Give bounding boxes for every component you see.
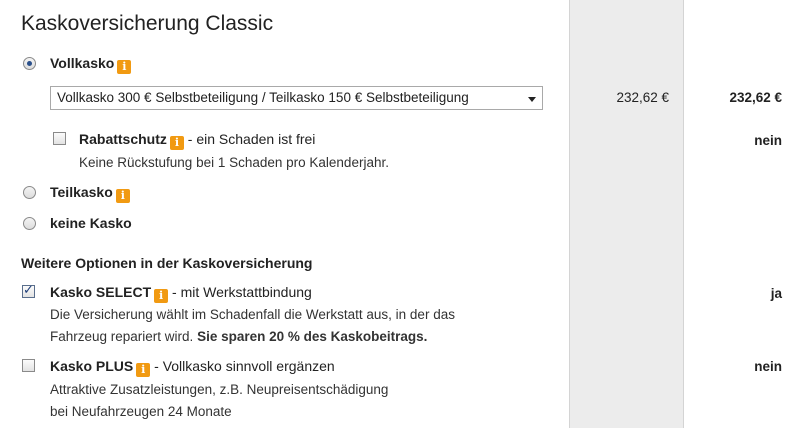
kasko-plus-checkbox[interactable] (22, 359, 35, 372)
rabattschutz-description: Keine Rückstufung bei 1 Schaden pro Kale… (79, 155, 389, 170)
info-icon[interactable]: i (115, 189, 130, 203)
teilkasko-option: Teilkasko i (50, 184, 130, 203)
page-title: Kaskoversicherung Classic (21, 12, 274, 35)
teilkasko-label: Teilkasko (50, 184, 113, 200)
vollkasko-label: Vollkasko (50, 55, 115, 71)
info-icon[interactable]: i (154, 289, 169, 303)
kasko-select-label: Kasko SELECT (50, 284, 152, 300)
kasko-select-suffix: - mit Werkstattbindung (172, 284, 312, 300)
kasko-select-savings: Sie sparen 20 % des Kaskobeitrags. (197, 329, 428, 344)
rabattschutz-suffix: - ein Schaden ist frei (187, 131, 316, 147)
rabattschutz-checkbox[interactable] (53, 132, 66, 145)
kasko-select-checkbox[interactable] (22, 283, 35, 298)
tariff-select-value: Vollkasko 300 € Selbstbeteiligung / Teil… (57, 90, 469, 105)
vollkasko-radio[interactable] (23, 57, 36, 70)
kasko-plus-desc-1: Attraktive Zusatzleistungen, z.B. Neupre… (50, 382, 389, 397)
section-heading: Weitere Optionen in der Kaskoversicherun… (21, 255, 313, 271)
rabattschutz-option: Rabattschutz i - ein Schaden ist frei (79, 131, 315, 150)
tariff-select[interactable]: Vollkasko 300 € Selbstbeteiligung / Teil… (50, 86, 543, 110)
kasko-plus-label: Kasko PLUS (50, 358, 134, 374)
price-column-highlight (569, 0, 684, 428)
kasko-select-desc-2: Fahrzeug repariert wird. Sie sparen 20 %… (50, 329, 427, 344)
keine-kasko-label: keine Kasko (50, 215, 132, 231)
rabattschutz-label: Rabattschutz (79, 131, 167, 147)
kasko-plus-option: Kasko PLUS i - Vollkasko sinnvoll ergänze… (50, 358, 335, 377)
kasko-select-desc-1: Die Versicherung wählt im Schadenfall di… (50, 307, 455, 322)
keine-kasko-radio[interactable] (23, 217, 36, 230)
chevron-down-icon (528, 97, 536, 102)
keine-kasko-option: keine Kasko (50, 215, 132, 231)
price-col2: 232,62 € (729, 90, 782, 105)
info-icon[interactable]: i (117, 60, 132, 74)
rabattschutz-value: nein (754, 133, 782, 148)
kasko-select-value: ja (770, 286, 782, 301)
info-icon[interactable]: i (169, 136, 184, 150)
teilkasko-radio[interactable] (23, 186, 36, 199)
price-col1: 232,62 € (616, 90, 669, 105)
kasko-select-desc-2-text: Fahrzeug repariert wird. (50, 329, 194, 344)
kasko-select-option: Kasko SELECT i - mit Werkstattbindung (50, 284, 312, 303)
kasko-plus-suffix: - Vollkasko sinnvoll ergänzen (154, 358, 335, 374)
kasko-plus-value: nein (754, 359, 782, 374)
kasko-plus-desc-2: bei Neufahrzeugen 24 Monate (50, 404, 232, 419)
vollkasko-option: Vollkasko i (50, 55, 132, 74)
info-icon[interactable]: i (136, 363, 151, 377)
